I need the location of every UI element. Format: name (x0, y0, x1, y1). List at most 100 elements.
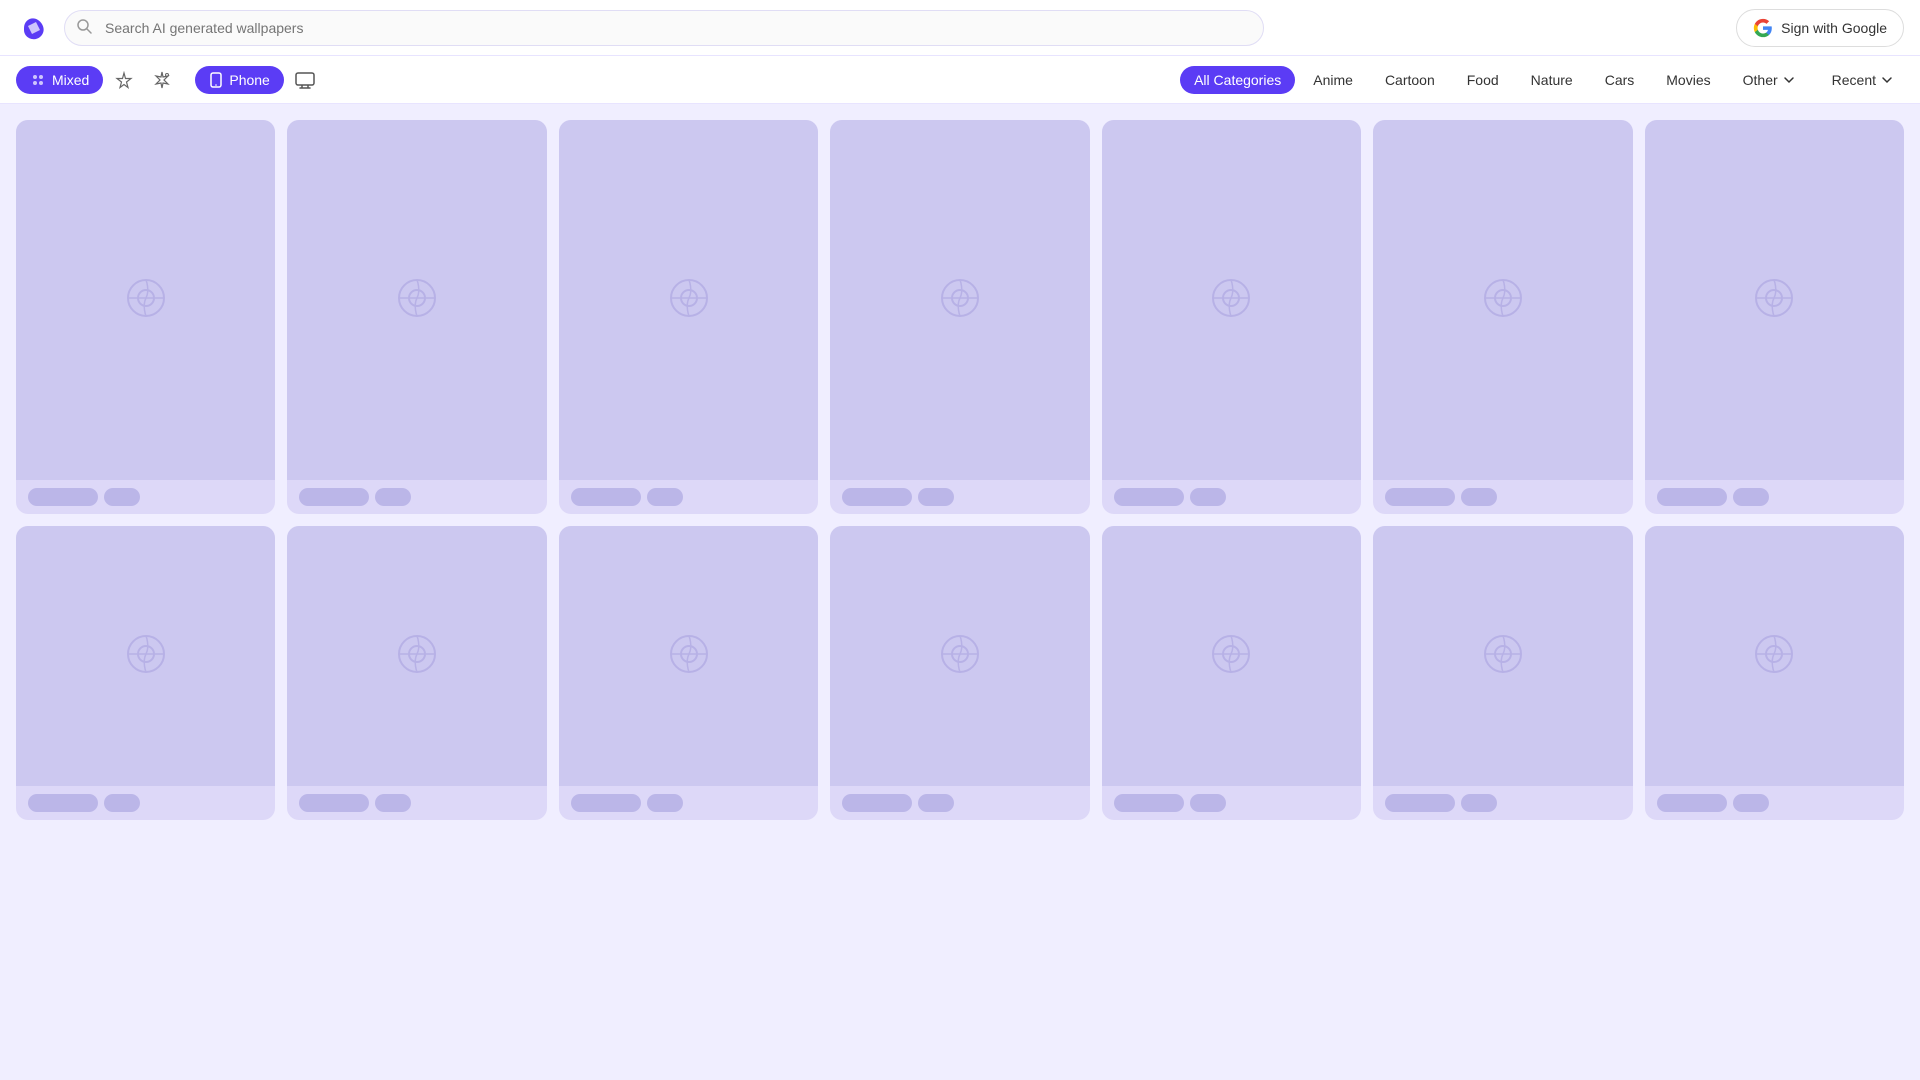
card-loading[interactable] (16, 120, 275, 514)
card-footer (1373, 786, 1632, 820)
card-footer (1645, 786, 1904, 820)
category-anime[interactable]: Anime (1299, 66, 1367, 94)
card-tag-narrow (104, 488, 140, 506)
card-footer (1373, 480, 1632, 514)
recent-dropdown[interactable]: Recent (1818, 66, 1904, 94)
card-image-placeholder (16, 120, 275, 480)
wallpaper-grid (0, 104, 1920, 836)
image-placeholder-icon (936, 276, 984, 324)
card-image-placeholder (830, 526, 1089, 786)
desktop-button[interactable] (288, 63, 322, 97)
card-tag-narrow (375, 794, 411, 812)
card-loading[interactable] (1645, 120, 1904, 514)
header: Sign with Google (0, 0, 1920, 56)
card-image-placeholder (1645, 120, 1904, 480)
card-image-placeholder (830, 120, 1089, 480)
card-loading[interactable] (1102, 526, 1361, 820)
card-loading[interactable] (1373, 120, 1632, 514)
card-image-placeholder (16, 526, 275, 786)
card-tag-wide (1385, 488, 1455, 506)
phone-icon (209, 72, 223, 88)
mixed-button[interactable]: Mixed (16, 66, 103, 94)
card-tag-narrow (918, 794, 954, 812)
card-footer (559, 786, 818, 820)
mixed-icon (30, 72, 46, 88)
image-placeholder-icon (393, 632, 441, 680)
card-loading[interactable] (287, 526, 546, 820)
category-nature[interactable]: Nature (1517, 66, 1587, 94)
category-other-dropdown[interactable]: Other (1729, 66, 1806, 94)
card-tag-narrow (647, 794, 683, 812)
card-tag-narrow (1190, 488, 1226, 506)
card-image-placeholder (1645, 526, 1904, 786)
sparkle2-button[interactable] (145, 63, 179, 97)
phone-button[interactable]: Phone (195, 66, 283, 94)
card-tag-narrow (647, 488, 683, 506)
mixed-label: Mixed (52, 72, 89, 88)
card-footer (830, 786, 1089, 820)
image-placeholder-icon (665, 276, 713, 324)
chevron-down-icon-recent (1880, 73, 1894, 87)
card-image-placeholder (287, 526, 546, 786)
image-placeholder-icon (936, 632, 984, 680)
image-placeholder-icon (1479, 632, 1527, 680)
card-loading[interactable] (830, 526, 1089, 820)
card-loading[interactable] (1373, 526, 1632, 820)
card-tag-narrow (1461, 488, 1497, 506)
search-bar (64, 10, 1264, 46)
card-image-placeholder (1102, 526, 1361, 786)
category-food[interactable]: Food (1453, 66, 1513, 94)
card-footer (830, 480, 1089, 514)
view-toggle-group: Mixed (16, 63, 179, 97)
card-tag-wide (842, 794, 912, 812)
image-placeholder-icon (1750, 632, 1798, 680)
card-image-placeholder (559, 120, 818, 480)
card-footer (1102, 480, 1361, 514)
google-icon (1753, 18, 1773, 38)
card-footer (287, 480, 546, 514)
category-cartoon[interactable]: Cartoon (1371, 66, 1449, 94)
card-image-placeholder (559, 526, 818, 786)
image-placeholder-icon (665, 632, 713, 680)
card-loading[interactable] (559, 526, 818, 820)
card-loading[interactable] (16, 526, 275, 820)
card-loading[interactable] (1102, 120, 1361, 514)
card-footer (287, 786, 546, 820)
card-footer (1102, 786, 1361, 820)
card-tag-narrow (1733, 794, 1769, 812)
card-footer (559, 480, 818, 514)
card-loading[interactable] (287, 120, 546, 514)
card-image-placeholder (1373, 120, 1632, 480)
card-tag-wide (299, 794, 369, 812)
card-loading[interactable] (559, 120, 818, 514)
card-tag-wide (28, 794, 98, 812)
card-loading[interactable] (1645, 526, 1904, 820)
sparkle2-icon (153, 71, 171, 89)
card-tag-narrow (1461, 794, 1497, 812)
card-tag-narrow (375, 488, 411, 506)
card-tag-wide (1385, 794, 1455, 812)
category-cars[interactable]: Cars (1591, 66, 1649, 94)
card-image-placeholder (1373, 526, 1632, 786)
sparkle-button[interactable] (107, 63, 141, 97)
image-placeholder-icon (1479, 276, 1527, 324)
categories: All Categories Anime Cartoon Food Nature… (1180, 66, 1904, 94)
card-loading[interactable] (830, 120, 1089, 514)
search-input[interactable] (64, 10, 1264, 46)
category-all[interactable]: All Categories (1180, 66, 1295, 94)
card-tag-narrow (918, 488, 954, 506)
sign-in-button[interactable]: Sign with Google (1736, 9, 1904, 47)
category-movies[interactable]: Movies (1652, 66, 1724, 94)
card-footer (16, 480, 275, 514)
card-tag-narrow (104, 794, 140, 812)
card-tag-wide (1114, 794, 1184, 812)
card-tag-wide (1114, 488, 1184, 506)
card-tag-wide (1657, 488, 1727, 506)
card-tag-wide (571, 794, 641, 812)
sparkle-icon (115, 71, 133, 89)
image-placeholder-icon (122, 276, 170, 324)
image-placeholder-icon (1207, 632, 1255, 680)
card-tag-narrow (1190, 794, 1226, 812)
card-tag-wide (299, 488, 369, 506)
card-tag-narrow (1733, 488, 1769, 506)
